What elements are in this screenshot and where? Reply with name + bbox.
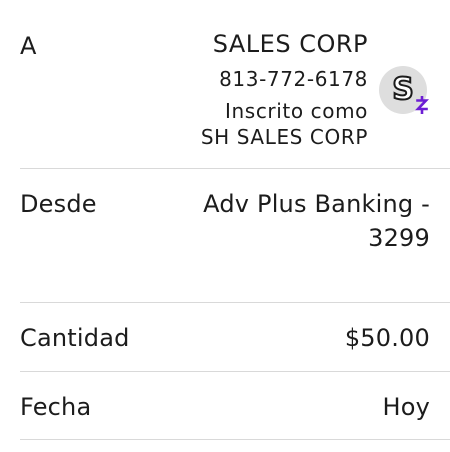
from-account-number: 3299 xyxy=(368,224,430,252)
recipient-label: A xyxy=(20,32,37,60)
enrolled-as-label: Inscrito como xyxy=(225,99,368,123)
divider xyxy=(20,371,450,372)
avatar-letter: S xyxy=(391,72,415,107)
from-account: Adv Plus Banking - 3299 xyxy=(203,187,430,255)
divider xyxy=(20,439,450,440)
recipient-name: SALES CORP xyxy=(212,30,368,58)
divider xyxy=(20,302,450,303)
from-label: Desde xyxy=(20,190,97,218)
recipient-enrolled-as: Inscrito como SH SALES CORP xyxy=(201,98,368,150)
date-label: Fecha xyxy=(20,393,92,421)
zelle-icon xyxy=(413,95,431,115)
divider xyxy=(20,168,450,169)
amount-value: $50.00 xyxy=(344,324,430,352)
enrolled-as-name: SH SALES CORP xyxy=(200,125,368,149)
date-value: Hoy xyxy=(382,393,430,421)
from-account-name: Adv Plus Banking - xyxy=(203,190,430,218)
amount-label: Cantidad xyxy=(20,324,130,352)
recipient-phone: 813-772-6178 xyxy=(219,67,368,91)
